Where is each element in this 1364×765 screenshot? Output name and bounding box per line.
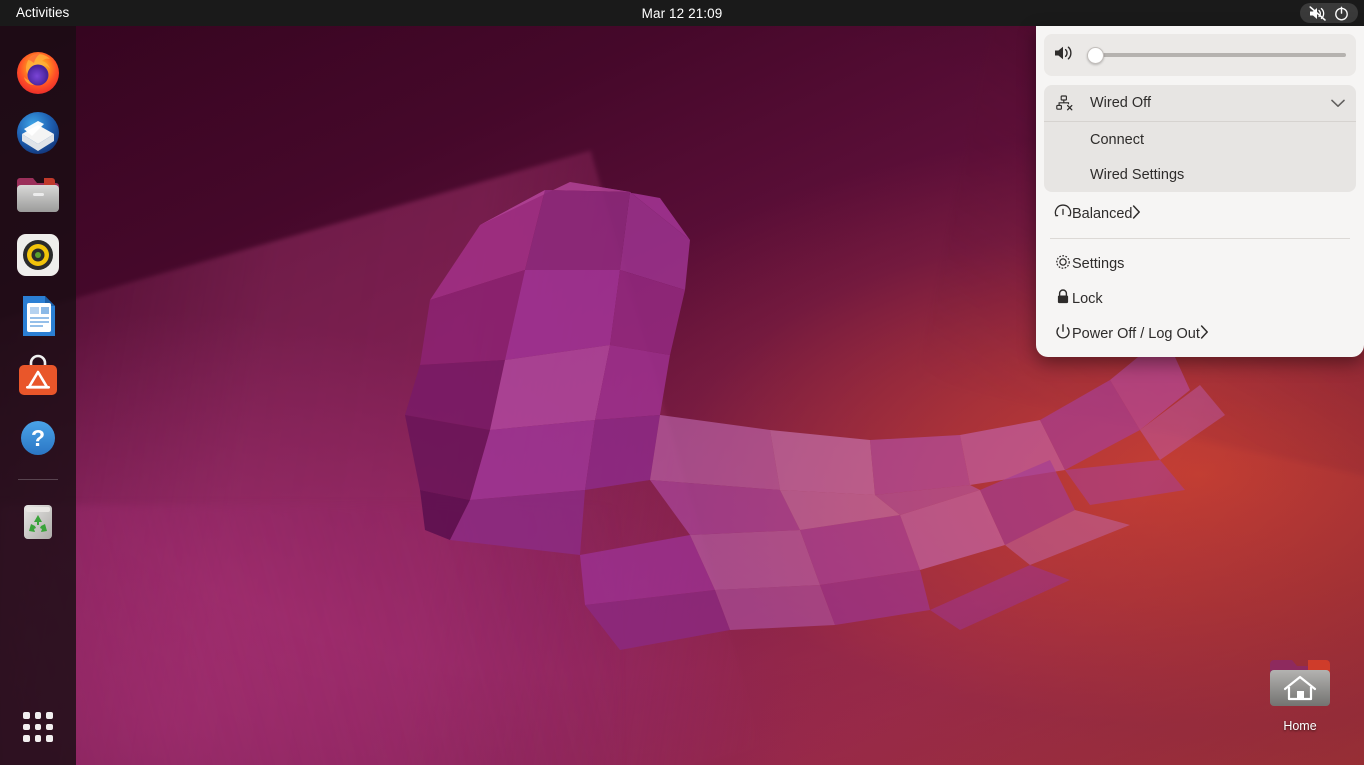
grid-dot	[34, 712, 42, 719]
network-row-wired[interactable]: Wired Off	[1044, 85, 1356, 121]
grid-dot	[23, 712, 30, 719]
network-submenu-label: Wired Settings	[1090, 166, 1185, 183]
thunderbird-icon	[17, 112, 59, 154]
dock-item-files[interactable]	[14, 170, 62, 218]
wired-disconnected-icon	[1054, 93, 1076, 113]
chevron-right-icon[interactable]	[1200, 324, 1209, 343]
top-bar: Activities Mar 12 21:09	[0, 0, 1364, 26]
clock-label[interactable]: Mar 12 21:09	[642, 6, 723, 21]
grid-dot	[23, 723, 30, 731]
files-folder-icon	[17, 178, 59, 212]
power-icon	[1335, 6, 1348, 20]
dock-item-trash[interactable]	[14, 497, 62, 545]
network-submenu-label: Connect	[1090, 131, 1145, 148]
network-submenu-connect[interactable]: Connect	[1044, 122, 1356, 157]
dock-item-help[interactable]: ?	[14, 414, 62, 462]
grid-dot	[46, 712, 53, 719]
volume-muted-icon	[1309, 5, 1326, 21]
network-submenu-wired-settings[interactable]: Wired Settings	[1044, 157, 1356, 192]
volume-slider-knob[interactable]	[1087, 46, 1104, 64]
show-applications-button[interactable]	[14, 703, 62, 751]
volume-slider-row[interactable]	[1044, 34, 1356, 76]
lock-row[interactable]: Lock	[1044, 281, 1356, 316]
menu-divider	[1050, 238, 1350, 239]
network-label: Wired Off	[1090, 95, 1151, 111]
desktop-icon-home[interactable]: Home	[1255, 652, 1345, 733]
dock-item-thunderbird[interactable]	[14, 109, 62, 157]
home-folder-icon	[1270, 660, 1330, 706]
volume-slider-track	[1087, 53, 1346, 57]
settings-row[interactable]: Settings	[1044, 246, 1356, 281]
system-menu-popover: Wired Off Connect Wired Settings Balance…	[1036, 26, 1364, 357]
gear-icon	[1054, 253, 1072, 275]
grid-dot	[34, 723, 42, 731]
power-profile-row[interactable]: Balanced	[1044, 196, 1356, 231]
grid-dot	[46, 735, 53, 742]
system-menu-button[interactable]	[1300, 3, 1358, 23]
volume-icon	[1054, 45, 1073, 65]
lock-icon	[1054, 288, 1072, 310]
dock-item-ubuntu-software[interactable]	[14, 353, 62, 401]
firefox-icon	[17, 52, 59, 94]
grid-dot	[23, 735, 30, 742]
power-icon	[1054, 323, 1072, 345]
dock-item-libreoffice-writer[interactable]	[14, 292, 62, 340]
volume-slider[interactable]	[1087, 46, 1346, 64]
chevron-right-icon[interactable]	[1132, 204, 1141, 223]
chevron-down-icon[interactable]	[1330, 95, 1346, 111]
dock-separator	[18, 479, 58, 480]
desktop-icon-label: Home	[1283, 719, 1317, 733]
network-group: Wired Off Connect Wired Settings	[1044, 85, 1356, 192]
lock-label: Lock	[1072, 290, 1103, 307]
settings-label: Settings	[1072, 255, 1125, 272]
dock-item-firefox[interactable]	[14, 48, 62, 96]
activities-button[interactable]: Activities	[6, 4, 79, 22]
trash-icon	[24, 505, 52, 539]
power-off-row[interactable]: Power Off / Log Out	[1044, 316, 1356, 351]
ubuntu-software-icon	[19, 354, 57, 395]
grid-dot	[34, 735, 42, 742]
svg-text:?: ?	[31, 425, 45, 451]
speedometer-icon	[1054, 203, 1072, 225]
power-off-label: Power Off / Log Out	[1072, 325, 1200, 342]
desktop-screen: Home ? Activities Mar 12 21:09 Wired Off…	[0, 0, 1364, 765]
power-profile-label: Balanced	[1072, 205, 1133, 222]
dock: ?	[0, 26, 76, 765]
clock: Mar 12 21:09	[0, 6, 1364, 21]
libreoffice-writer-icon	[23, 296, 55, 336]
grid-dot	[46, 723, 53, 731]
dock-item-rhythmbox[interactable]	[14, 231, 62, 279]
help-icon: ?	[21, 421, 55, 455]
rhythmbox-icon	[17, 234, 59, 276]
